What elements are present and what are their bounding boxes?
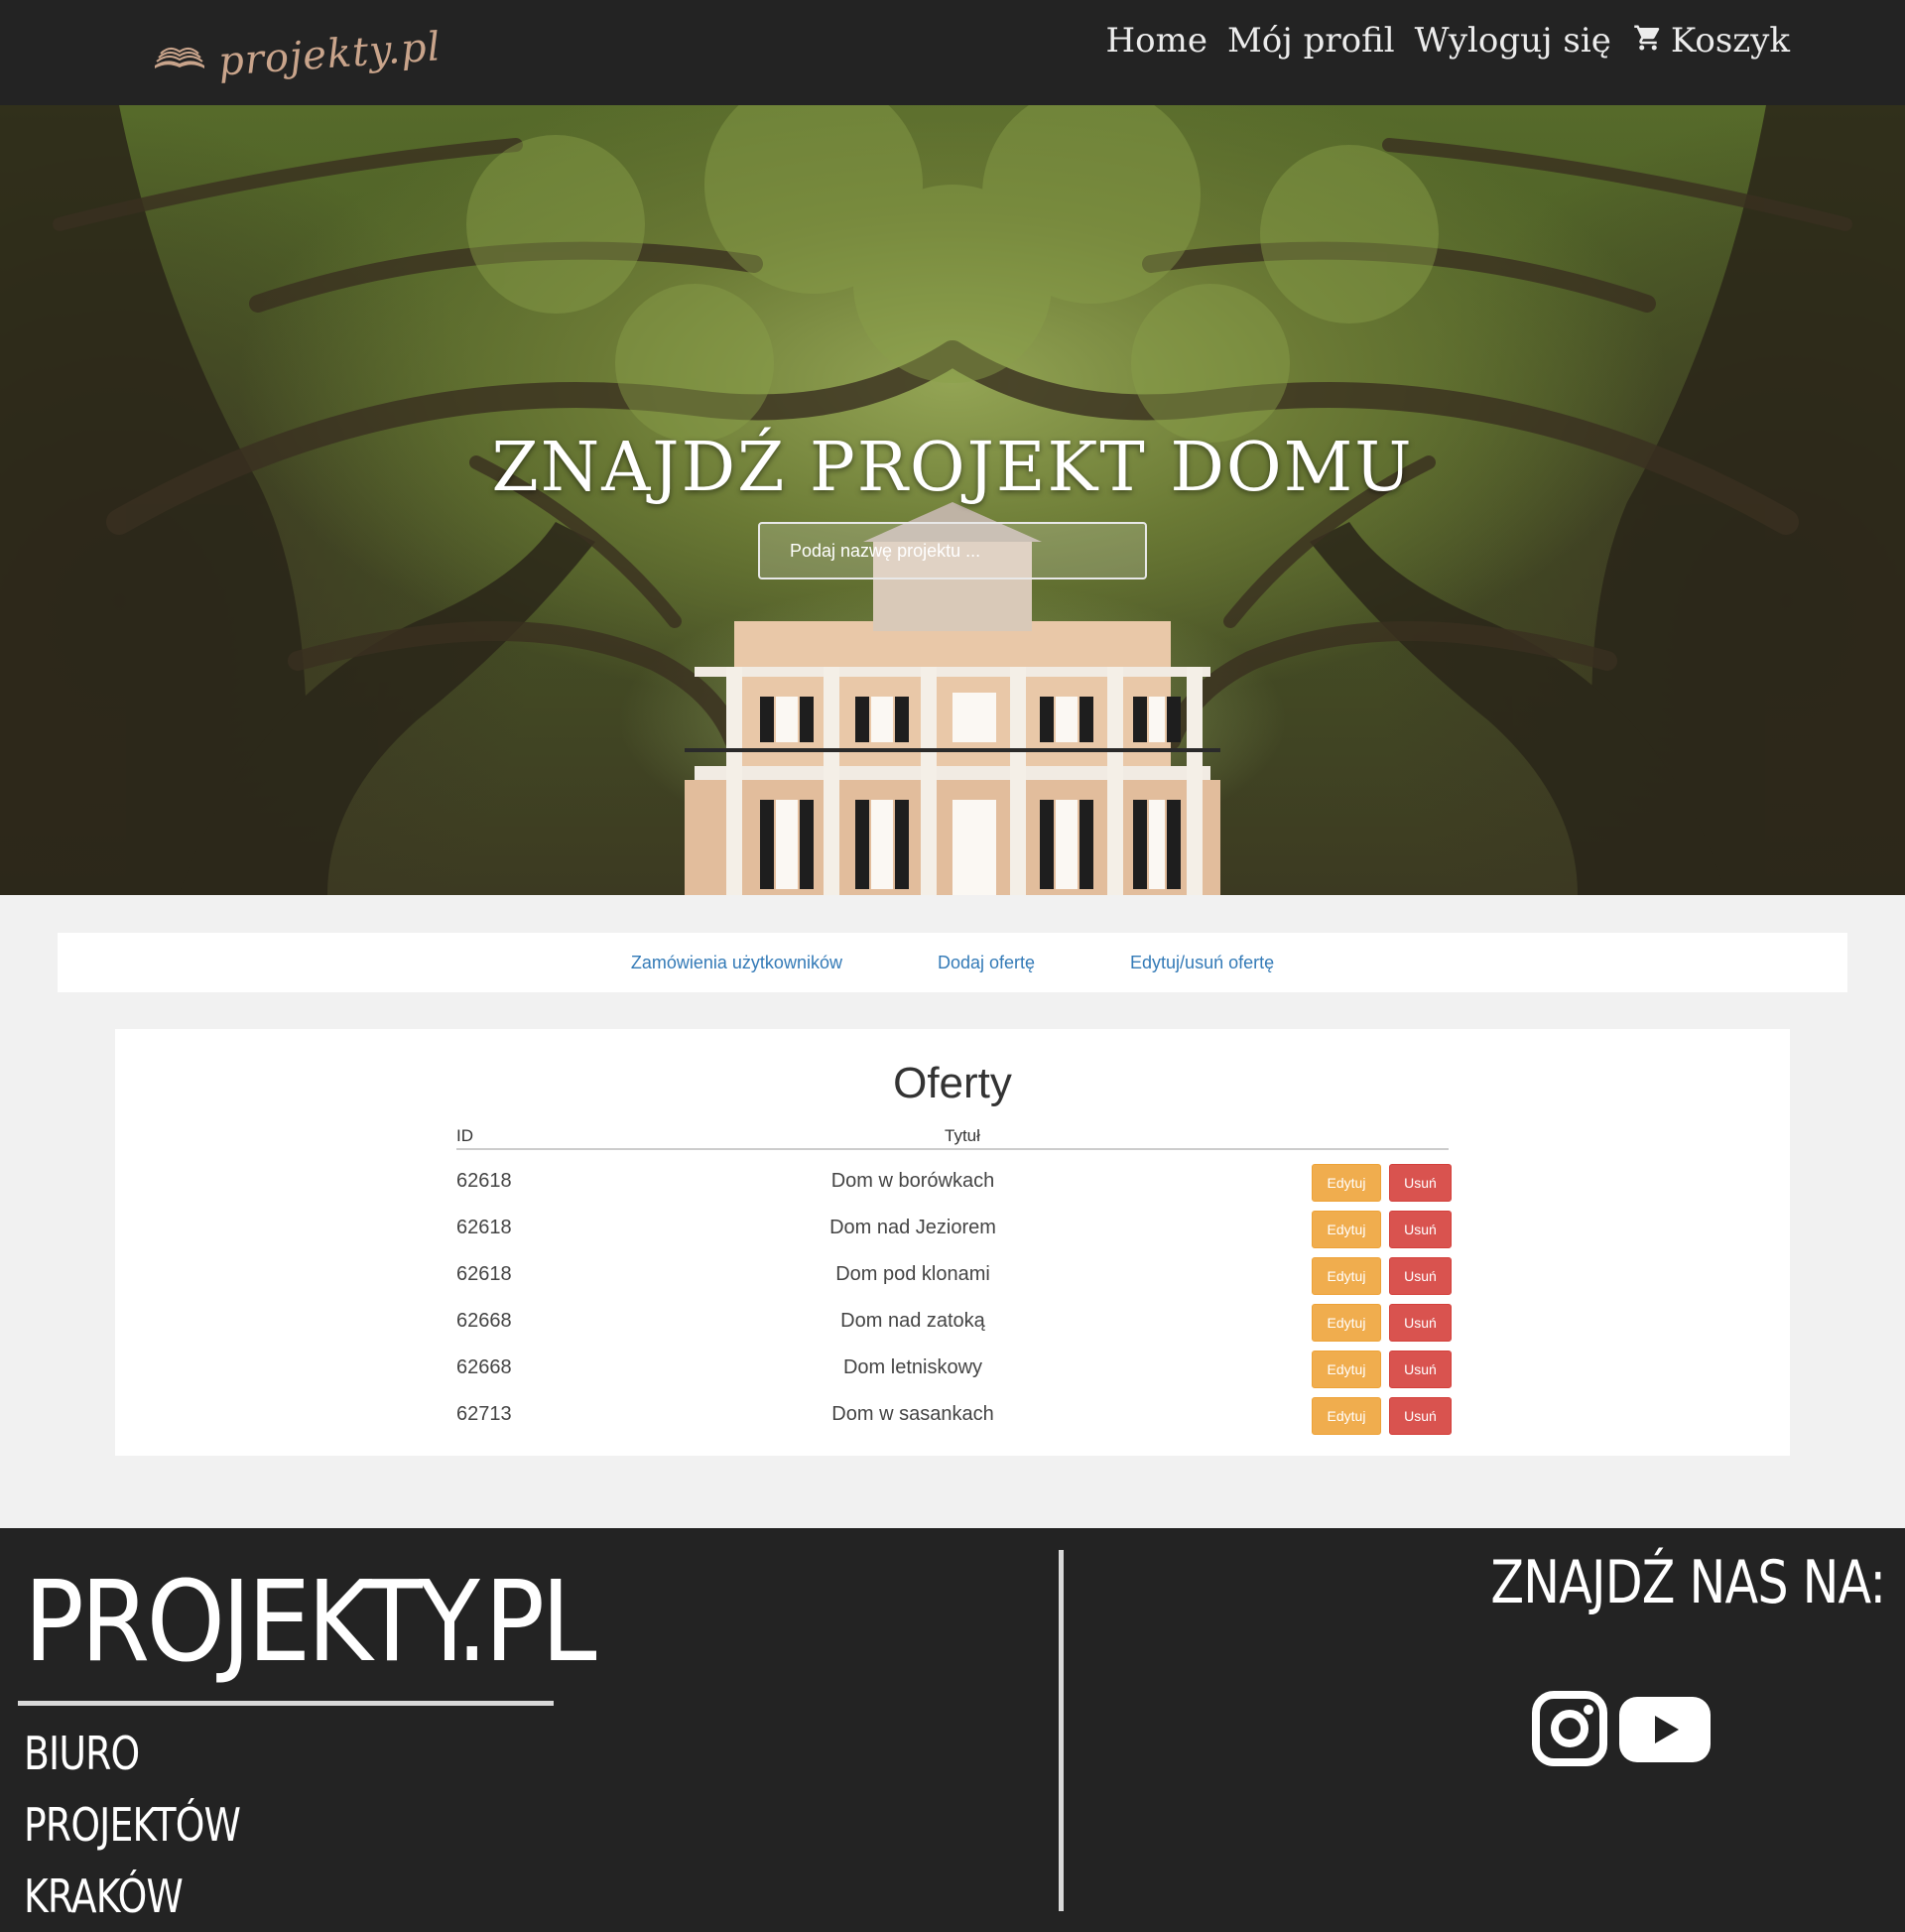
delete-offer-button[interactable]: Usuń <box>1389 1257 1452 1295</box>
table-row: 62618 Dom pod klonami Edytuj Usuń <box>456 1257 1452 1304</box>
hero-banner: ZNAJDŹ PROJEKT DOMU <box>0 105 1905 895</box>
offer-id: 62713 <box>456 1403 512 1425</box>
youtube-icon[interactable] <box>1619 1697 1711 1762</box>
offers-title: Oferty <box>893 1059 1012 1107</box>
nav-cart-link[interactable]: Koszyk <box>1633 21 1790 61</box>
column-header-id: ID <box>456 1126 473 1145</box>
offer-title: Dom w sasankach <box>831 1403 994 1425</box>
footer-address-line: PROJEKTÓW <box>24 1798 241 1852</box>
table-body: 62618 Dom w borówkach Edytuj Usuń 62618 … <box>456 1164 1452 1444</box>
offer-title: Dom nad Jeziorem <box>829 1217 996 1238</box>
table-row: 62618 Dom w borówkach Edytuj Usuń <box>456 1164 1452 1211</box>
footer-brand: PROJEKTY.PL <box>24 1558 597 1687</box>
project-search-input[interactable] <box>758 522 1147 580</box>
footer-address-line: BIURO <box>24 1727 140 1780</box>
admin-link-edit-offer[interactable]: Edytuj/usuń ofertę <box>1130 953 1274 973</box>
footer-divider <box>1059 1550 1064 1911</box>
nav-cart-label: Koszyk <box>1670 21 1790 61</box>
offer-id: 62618 <box>456 1170 512 1192</box>
table-row: 62668 Dom nad zatoką Edytuj Usuń <box>456 1304 1452 1351</box>
offer-title: Dom pod klonami <box>835 1263 990 1285</box>
edit-offer-button[interactable]: Edytuj <box>1312 1304 1381 1342</box>
admin-link-orders[interactable]: Zamówienia użytkowników <box>631 953 842 973</box>
edit-offer-button[interactable]: Edytuj <box>1312 1351 1381 1388</box>
table-row: 62618 Dom nad Jeziorem Edytuj Usuń <box>456 1211 1452 1257</box>
nav-home-link[interactable]: Home <box>1105 21 1206 61</box>
delete-offer-button[interactable]: Usuń <box>1389 1164 1452 1202</box>
edit-offer-button[interactable]: Edytuj <box>1312 1257 1381 1295</box>
delete-offer-button[interactable]: Usuń <box>1389 1211 1452 1248</box>
shopping-cart-icon <box>1634 25 1660 51</box>
column-header-title: Tytuł <box>945 1126 980 1145</box>
site-logo[interactable]: projekty.pl <box>153 18 443 91</box>
top-navbar: projekty.pl Home Mój profil Wyloguj się … <box>0 0 1905 105</box>
table-row: 62713 Dom w sasankach Edytuj Usuń <box>456 1397 1452 1444</box>
hero-title: ZNAJDŹ PROJEKT DOMU <box>491 429 1414 507</box>
delete-offer-button[interactable]: Usuń <box>1389 1351 1452 1388</box>
site-footer: PROJEKTY.PL BIURO PROJEKTÓW KRAKÓW ZNAJD… <box>0 1528 1905 1932</box>
footer-address-line: KRAKÓW <box>24 1869 184 1923</box>
footer-find-us-heading: ZNAJDŹ NAS NA: <box>1490 1548 1886 1617</box>
nav-links: Home Mój profil Wyloguj się Koszyk <box>1085 18 1790 64</box>
edit-offer-button[interactable]: Edytuj <box>1312 1211 1381 1248</box>
table-row: 62668 Dom letniskowy Edytuj Usuń <box>456 1351 1452 1397</box>
offer-id: 62668 <box>456 1356 512 1378</box>
admin-link-add-offer[interactable]: Dodaj ofertę <box>938 953 1035 973</box>
offer-title: Dom letniskowy <box>842 1356 983 1378</box>
offers-panel: Oferty ID Tytuł 62618 Dom w borówkach Ed… <box>115 1029 1790 1456</box>
logo-text: projekty.pl <box>216 24 443 85</box>
delete-offer-button[interactable]: Usuń <box>1389 1304 1452 1342</box>
admin-nav: Zamówienia użytkowników Dodaj ofertę Edy… <box>58 933 1847 992</box>
delete-offer-button[interactable]: Usuń <box>1389 1397 1452 1435</box>
instagram-icon[interactable] <box>1532 1691 1607 1766</box>
footer-brand-underline <box>18 1701 554 1706</box>
offer-id: 62618 <box>456 1263 512 1285</box>
edit-offer-button[interactable]: Edytuj <box>1312 1164 1381 1202</box>
nav-logout-link[interactable]: Wyloguj się <box>1415 21 1611 61</box>
offer-title: Dom nad zatoką <box>840 1310 985 1332</box>
book-logo-icon <box>155 48 204 68</box>
offer-title: Dom w borówkach <box>830 1170 995 1192</box>
offer-id: 62668 <box>456 1310 512 1332</box>
offer-id: 62618 <box>456 1217 512 1238</box>
nav-profile-link[interactable]: Mój profil <box>1227 21 1395 61</box>
offers-table: ID Tytuł 62618 Dom w borówkach Edytuj Us… <box>456 1124 1452 1444</box>
edit-offer-button[interactable]: Edytuj <box>1312 1397 1381 1435</box>
table-header: ID Tytuł <box>456 1124 1449 1150</box>
